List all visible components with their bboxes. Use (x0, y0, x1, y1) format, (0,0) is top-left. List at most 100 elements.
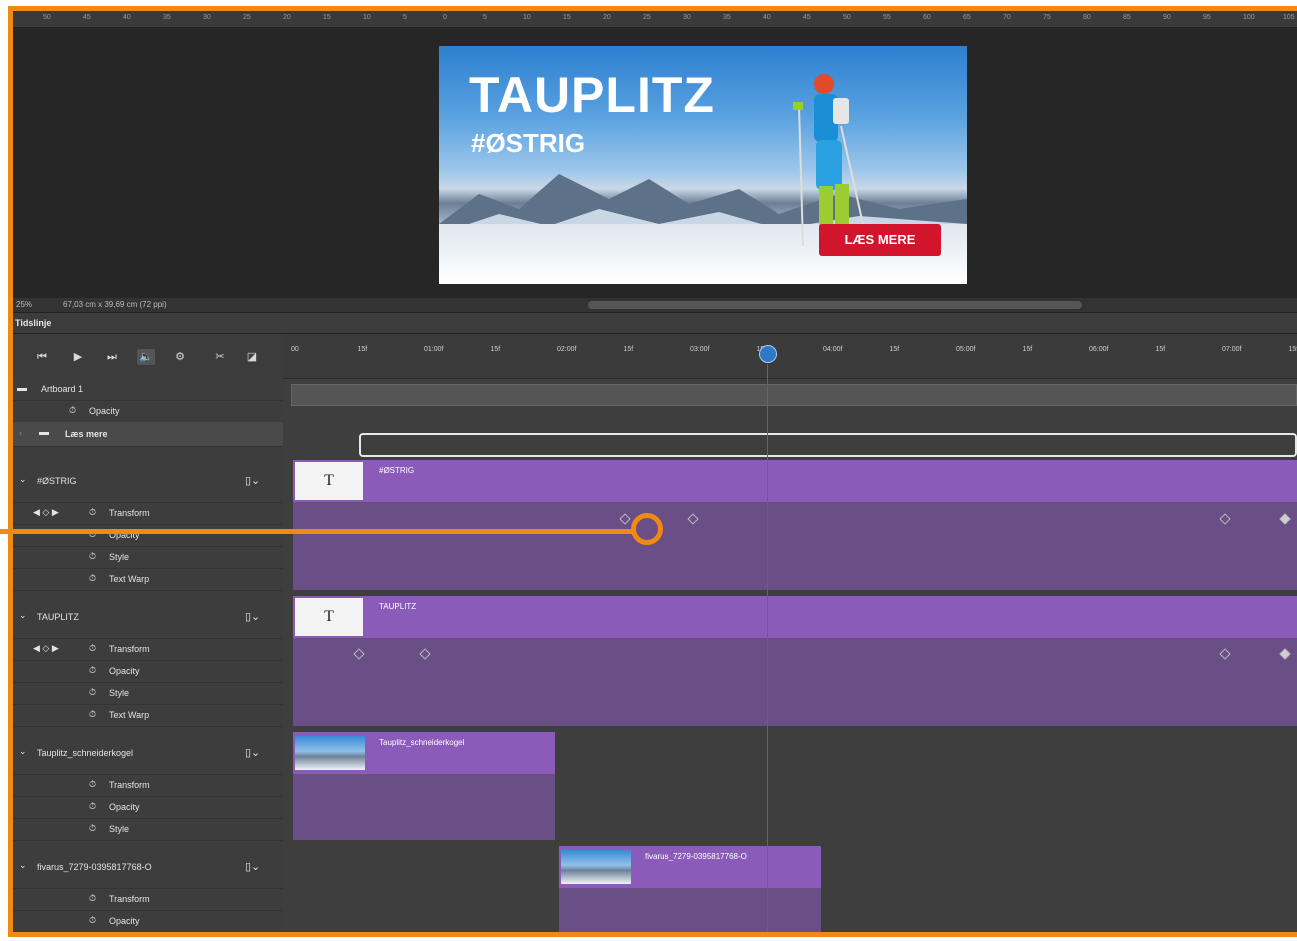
timeline-clip[interactable]: T TAUPLITZ (293, 596, 1297, 638)
stopwatch-icon[interactable]: ⏱ (89, 779, 96, 790)
film-strip-icon[interactable]: ▯⌄ (245, 610, 260, 623)
timecode-label: 04:00f (823, 346, 843, 353)
time-ruler[interactable]: 00 15f 01:00f 15f 02:00f 15f 03:00f 15f 04:00f 15… (283, 334, 1297, 379)
property-label: Style (109, 688, 130, 698)
playhead-line[interactable] (767, 364, 768, 932)
cta-button[interactable]: LÆS MERE (819, 224, 941, 256)
clip-properties[interactable] (293, 638, 1297, 726)
timeline-area[interactable]: 00 15f 01:00f 15f 02:00f 15f 03:00f 15f 04:00f 15… (283, 334, 1297, 932)
property-row[interactable]: ⏱ Transform (13, 888, 283, 911)
clip-properties[interactable] (293, 502, 1297, 590)
property-row[interactable]: ⏱ Style (13, 818, 283, 841)
horizontal-scrollbar[interactable] (588, 301, 1082, 309)
chevron-down-icon[interactable]: ⌄ (19, 746, 27, 757)
ruler-tick-label: 80 (1083, 14, 1091, 21)
transition-icon[interactable]: ◪ (243, 349, 261, 365)
stopwatch-icon[interactable]: ⏱ (89, 915, 96, 926)
property-label: Transform (109, 780, 150, 790)
film-strip-icon[interactable]: ▯⌄ (245, 860, 260, 873)
annotation-circle-marker (631, 513, 663, 545)
stopwatch-icon[interactable]: ⏱ (89, 507, 96, 518)
property-row[interactable]: ⏱ Text Warp (13, 704, 283, 727)
canvas-area[interactable]: TAUPLITZ #ØSTRIG LÆS MERE (13, 28, 1297, 298)
stopwatch-icon[interactable]: ⏱ (89, 573, 96, 584)
artboard-preview[interactable]: TAUPLITZ #ØSTRIG LÆS MERE (439, 46, 967, 284)
layer-row[interactable]: ⌄ Tauplitz_schneiderkogel ▯⌄ (13, 732, 283, 775)
screenshot-frame: 50 45 40 35 30 25 20 15 10 5 0 5 10 15 20 25 30 35 40 45 50 5… (8, 6, 1297, 937)
timeline-clip[interactable]: fivarus_7279-0395817768-O (559, 846, 821, 888)
property-row[interactable]: ⏱ Opacity (13, 524, 283, 547)
layer-artboard[interactable]: ▬ Artboard 1 (13, 378, 283, 401)
property-row[interactable]: ◀ ◇ ▶ ⏱ Transform (13, 638, 283, 661)
ad-subtitle: #ØSTRIG (471, 128, 586, 158)
settings-icon[interactable]: ⚙ (171, 349, 189, 365)
stopwatch-icon[interactable]: ⏱ (89, 551, 96, 562)
film-strip-icon[interactable]: ▯⌄ (245, 474, 260, 487)
ruler-tick-label: 15 (323, 14, 331, 21)
keyframe-nav-icon[interactable]: ◀ ◇ ▶ (33, 507, 59, 518)
previous-frame-icon[interactable]: ⏮ (33, 349, 51, 365)
property-row[interactable]: ⏱ Opacity (13, 910, 283, 932)
keyframe-nav-icon[interactable]: ◀ ◇ ▶ (33, 643, 59, 654)
stopwatch-icon[interactable]: ⏱ (89, 801, 96, 812)
ruler-tick-label: 45 (803, 14, 811, 21)
chevron-right-icon[interactable]: › (19, 428, 22, 438)
audio-icon[interactable]: 🔈 (137, 349, 155, 365)
clip-properties[interactable] (293, 774, 555, 840)
next-frame-icon[interactable]: ⏭ (103, 349, 121, 365)
stopwatch-icon[interactable]: ⏱ (69, 405, 76, 416)
ruler-tick-label: 70 (1003, 14, 1011, 21)
ruler-tick-label: 25 (243, 14, 251, 21)
property-row[interactable]: ⏱ Opacity (13, 660, 283, 683)
property-row[interactable]: ⏱ Opacity (13, 796, 283, 819)
property-row[interactable]: ◀ ◇ ▶ ⏱ Transform (13, 502, 283, 525)
timecode-label: 03:00f (690, 346, 710, 353)
layer-name: Artboard 1 (41, 384, 84, 394)
property-row[interactable]: ⏱ Style (13, 682, 283, 705)
playback-controls: ⏮ ▶ ⏭ 🔈 ⚙ ✂ ◪ (13, 334, 283, 378)
property-row[interactable]: ⏱ Opacity (13, 400, 283, 423)
property-row[interactable]: ⏱ Style (13, 932, 283, 937)
stopwatch-icon[interactable]: ⏱ (89, 643, 96, 654)
zoom-level[interactable]: 25% (16, 300, 32, 309)
chevron-down-icon[interactable]: ⌄ (19, 474, 27, 485)
layer-row[interactable]: ⌄ TAUPLITZ ▯⌄ (13, 596, 283, 639)
property-row[interactable]: ⏱ Text Warp (13, 568, 283, 591)
clip-properties[interactable] (559, 888, 821, 932)
stopwatch-icon[interactable]: ⏱ (89, 893, 96, 904)
timecode-label: 07:00f (1222, 346, 1242, 353)
play-icon[interactable]: ▶ (69, 349, 87, 365)
horizontal-ruler: 50 45 40 35 30 25 20 15 10 5 0 5 10 15 20 25 30 35 40 45 50 5… (13, 11, 1297, 28)
ruler-tick-label: 90 (1163, 14, 1171, 21)
layer-row[interactable]: ⌄ #ØSTRIG ▯⌄ (13, 460, 283, 503)
document-info[interactable]: 67,03 cm x 39,69 cm (72 ppi) (63, 300, 167, 309)
property-label: Text Warp (109, 710, 150, 720)
layer-name: #ØSTRIG (37, 476, 77, 486)
layer-row[interactable]: ⌄ fivarus_7279-0395817768-O ▯⌄ (13, 846, 283, 889)
chevron-down-icon[interactable]: ⌄ (19, 610, 27, 621)
stopwatch-icon[interactable]: ⏱ (89, 665, 96, 676)
stopwatch-icon[interactable]: ⏱ (89, 823, 96, 834)
property-label: Transform (109, 508, 150, 518)
timeline-clip[interactable]: Tauplitz_schneiderkogel (293, 732, 555, 774)
film-strip-icon[interactable]: ▯⌄ (245, 746, 260, 759)
stopwatch-icon[interactable]: ⏱ (89, 687, 96, 698)
stopwatch-icon[interactable]: ⏱ (89, 709, 96, 720)
image-thumbnail (295, 736, 365, 770)
ruler-tick-label: 50 (43, 14, 51, 21)
panel-title[interactable]: Tidslinje (15, 318, 51, 328)
property-row[interactable]: ⏱ Style (13, 546, 283, 569)
ruler-tick-label: 55 (883, 14, 891, 21)
layer-group[interactable]: › ▬ Læs mere (13, 422, 283, 447)
group-track[interactable] (359, 433, 1297, 457)
timecode-label: 15f (490, 346, 501, 353)
artboard-track[interactable] (291, 384, 1297, 406)
split-icon[interactable]: ✂ (211, 349, 229, 365)
property-row[interactable]: ⏱ Transform (13, 774, 283, 797)
ruler-tick-label: 5 (483, 14, 487, 21)
playhead-handle[interactable] (759, 345, 777, 363)
timecode-label: 01:00f (424, 346, 444, 353)
timeline-clip[interactable]: T #ØSTRIG (293, 460, 1297, 502)
clip-label: Tauplitz_schneiderkogel (379, 738, 465, 747)
chevron-down-icon[interactable]: ⌄ (19, 860, 27, 871)
